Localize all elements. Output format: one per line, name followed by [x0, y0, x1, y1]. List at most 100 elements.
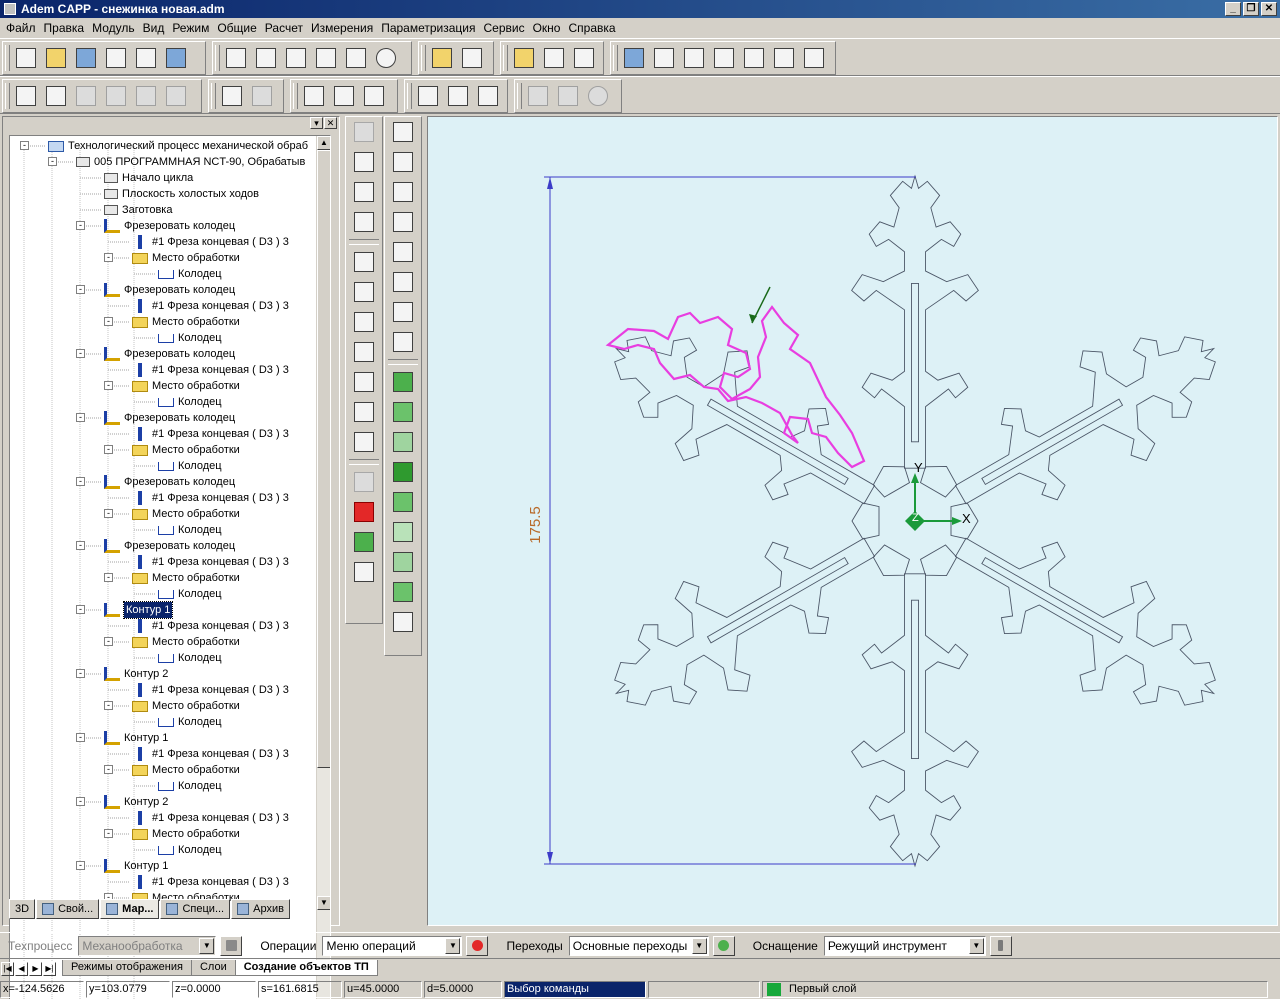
tree-expander[interactable]: - [104, 637, 113, 646]
tab-next-button[interactable]: ▶ [29, 962, 42, 976]
tab-display-modes[interactable]: Режимы отображения [62, 960, 192, 976]
tree-row[interactable]: #1 Фреза концевая ( D3 ) 3 [132, 746, 289, 762]
tree-expander[interactable]: - [76, 285, 85, 294]
model-button[interactable] [649, 43, 679, 73]
eye-button[interactable] [569, 43, 599, 73]
tree-row[interactable]: - Фрезеровать колодец [76, 346, 235, 362]
delete-op-button[interactable] [443, 81, 473, 111]
menu-window[interactable]: Окно [529, 21, 565, 35]
tp-doc-button[interactable] [131, 81, 161, 111]
vt-copy-button[interactable] [346, 467, 382, 497]
menu-view[interactable]: Вид [139, 21, 169, 35]
tree-expander[interactable]: - [104, 829, 113, 838]
vt2-layers-button[interactable] [385, 297, 421, 327]
menu-service[interactable]: Сервис [480, 21, 529, 35]
menu-help[interactable]: Справка [564, 21, 619, 35]
tree-row[interactable]: Колодец [158, 714, 222, 730]
vt2-face-button[interactable] [385, 517, 421, 547]
tree-row[interactable]: - Контур 1 [76, 858, 168, 874]
vt-axis-button[interactable] [346, 367, 382, 397]
minimize-button[interactable]: _ [1225, 2, 1241, 16]
tree-button[interactable] [217, 81, 247, 111]
menu-general[interactable]: Общие [213, 21, 260, 35]
tab-layers[interactable]: Слои [190, 960, 236, 976]
vt2-ucs-button[interactable] [385, 607, 421, 637]
vt2-tool-change-button[interactable] [385, 177, 421, 207]
panel-pin-button[interactable]: ▾ [310, 117, 323, 129]
tree-expander[interactable]: - [76, 413, 85, 422]
panel-tab[interactable]: 3D [9, 899, 36, 919]
menu-module[interactable]: Модуль [88, 21, 139, 35]
vt2-fixture-button[interactable] [385, 267, 421, 297]
vt-delete-button[interactable] [346, 207, 382, 237]
vt-select-button[interactable] [346, 177, 382, 207]
operations-button[interactable] [466, 935, 489, 956]
tree-row[interactable]: - Место обработки [104, 762, 240, 778]
doc-settings-button[interactable] [583, 81, 613, 111]
rotate-button[interactable] [769, 43, 799, 73]
tree-row[interactable]: #1 Фреза концевая ( D3 ) 3 [132, 426, 289, 442]
tree-expander[interactable]: - [104, 253, 113, 262]
tree-row[interactable]: - Место обработки [104, 634, 240, 650]
tree-row[interactable]: Колодец [158, 266, 222, 282]
stop-button[interactable] [371, 43, 401, 73]
tree-row[interactable]: Колодец [158, 842, 222, 858]
tp-check-button[interactable] [161, 81, 191, 111]
tree-expander[interactable]: - [76, 349, 85, 358]
vt2-restrict-button[interactable] [385, 577, 421, 607]
tree-row[interactable]: Колодец [158, 778, 222, 794]
copy-op-button[interactable] [473, 81, 503, 111]
tree-row[interactable]: #1 Фреза концевая ( D3 ) 3 [132, 234, 289, 250]
tree-row[interactable]: #1 Фреза концевая ( D3 ) 3 [132, 618, 289, 634]
tree-row[interactable]: Колодец [158, 586, 222, 602]
tree-row[interactable]: Колодец [158, 650, 222, 666]
vt-check-button[interactable] [346, 147, 382, 177]
vt-text-button[interactable] [346, 427, 382, 457]
tree-row[interactable]: - Фрезеровать колодец [76, 218, 235, 234]
menu-mode[interactable]: Режим [168, 21, 213, 35]
tree-expander[interactable]: - [76, 605, 85, 614]
save-button[interactable] [71, 43, 101, 73]
tree-expander[interactable]: - [76, 861, 85, 870]
find-button[interactable] [247, 81, 277, 111]
tree-expander[interactable]: - [76, 541, 85, 550]
tp-save-button[interactable] [71, 81, 101, 111]
zoom-button[interactable] [739, 43, 769, 73]
tree-row[interactable]: - Место обработки [104, 826, 240, 842]
tab-create-objects[interactable]: Создание объектов ТП [234, 960, 378, 976]
vt-drill-button[interactable] [346, 277, 382, 307]
tree-expander[interactable]: - [76, 797, 85, 806]
insert-op-button[interactable] [299, 81, 329, 111]
cube-button[interactable] [679, 43, 709, 73]
techprocess-select[interactable]: Механообработка ▼ [78, 935, 217, 956]
tree-expander[interactable]: - [76, 669, 85, 678]
status-layer[interactable]: Первый слой [762, 980, 1268, 998]
transitions-select[interactable]: Основные переходы ▼ [568, 935, 709, 956]
tree-expander[interactable]: - [104, 317, 113, 326]
tree-row[interactable]: - Фрезеровать колодец [76, 410, 235, 426]
database-button[interactable] [509, 43, 539, 73]
menu-calc[interactable]: Расчет [261, 21, 307, 35]
tree-row[interactable]: Колодец [158, 330, 222, 346]
operations-select[interactable]: Меню операций ▼ [322, 935, 463, 956]
menu-edit[interactable]: Правка [40, 21, 89, 35]
save-view-button[interactable] [619, 43, 649, 73]
tree-expander[interactable]: - [104, 573, 113, 582]
panel-close-button[interactable]: ✕ [324, 117, 337, 129]
tree-expander[interactable]: - [104, 381, 113, 390]
tab-first-button[interactable]: |◀ [1, 962, 14, 976]
tree-row[interactable]: Заготовка [104, 202, 172, 218]
doc-grid-button[interactable] [553, 81, 583, 111]
print-button[interactable] [101, 43, 131, 73]
scroll-thumb[interactable] [317, 150, 330, 768]
open-file-button[interactable] [41, 43, 71, 73]
tree-row[interactable]: #1 Фреза концевая ( D3 ) 3 [132, 810, 289, 826]
vt2-idle-plane-button[interactable] [385, 147, 421, 177]
close-button[interactable]: ✕ [1261, 2, 1277, 16]
menu-param[interactable]: Параметризация [377, 21, 479, 35]
equipment-select[interactable]: Режущий инструмент ▼ [823, 935, 986, 956]
vt-plane-button[interactable] [346, 307, 382, 337]
scroll-up-button[interactable]: ▲ [317, 136, 330, 150]
vt-play-button[interactable] [346, 527, 382, 557]
vt2-start-button[interactable] [385, 117, 421, 147]
